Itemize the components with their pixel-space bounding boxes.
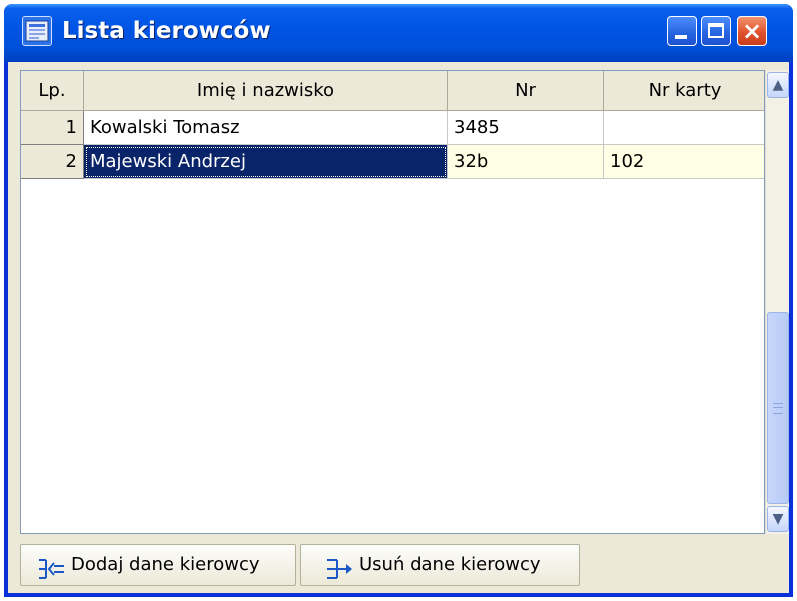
app-icon[interactable] [22,16,52,46]
driver-list-window: Lista kierowców × Lp. Imię i nazwisko Nr… [4,4,793,597]
vertical-scrollbar[interactable]: ▲ ▼ [765,70,789,534]
maximize-icon [708,23,724,38]
cell-nr[interactable]: 3485 [448,111,604,145]
grip-icon [773,403,783,414]
row-number[interactable]: 1 [21,111,84,145]
chevron-up-icon: ▲ [772,77,784,93]
window-bottom-edge [8,586,789,593]
row-number[interactable]: 2 [21,145,84,179]
add-record-icon [37,555,65,579]
scrollbar-thumb[interactable] [767,312,789,504]
window-title: Lista kierowców [62,18,271,44]
remove-driver-button[interactable]: Usuń dane kierowcy [300,544,580,586]
client-area: Lp. Imię i nazwisko Nr Nr karty 1 Kowals… [8,62,789,593]
column-header-lp[interactable]: Lp. [21,71,84,111]
column-header-nr[interactable]: Nr [448,71,604,111]
cell-name[interactable]: Majewski Andrzej [84,145,448,179]
minimize-button[interactable] [667,16,697,46]
close-button[interactable]: × [737,16,767,46]
close-icon: × [741,17,763,45]
column-header-name[interactable]: Imię i nazwisko [84,71,448,111]
cell-card[interactable]: 102 [604,145,764,179]
scroll-down-button[interactable]: ▼ [767,506,789,532]
column-header-card[interactable]: Nr karty [604,71,764,111]
chevron-down-icon: ▼ [772,511,784,527]
add-driver-label: Dodaj dane kierowcy [71,554,260,575]
cell-card[interactable] [604,111,764,145]
scroll-up-button[interactable]: ▲ [767,72,789,98]
title-bar[interactable]: Lista kierowców × [4,4,793,62]
drivers-table: Lp. Imię i nazwisko Nr Nr karty 1 Kowals… [20,70,765,534]
remove-record-icon [325,555,353,579]
cell-name[interactable]: Kowalski Tomasz [84,111,448,145]
add-driver-button[interactable]: Dodaj dane kierowcy [20,544,296,586]
cell-nr[interactable]: 32b [448,145,604,179]
remove-driver-label: Usuń dane kierowcy [359,554,541,575]
minimize-icon [675,35,687,39]
maximize-button[interactable] [701,16,731,46]
